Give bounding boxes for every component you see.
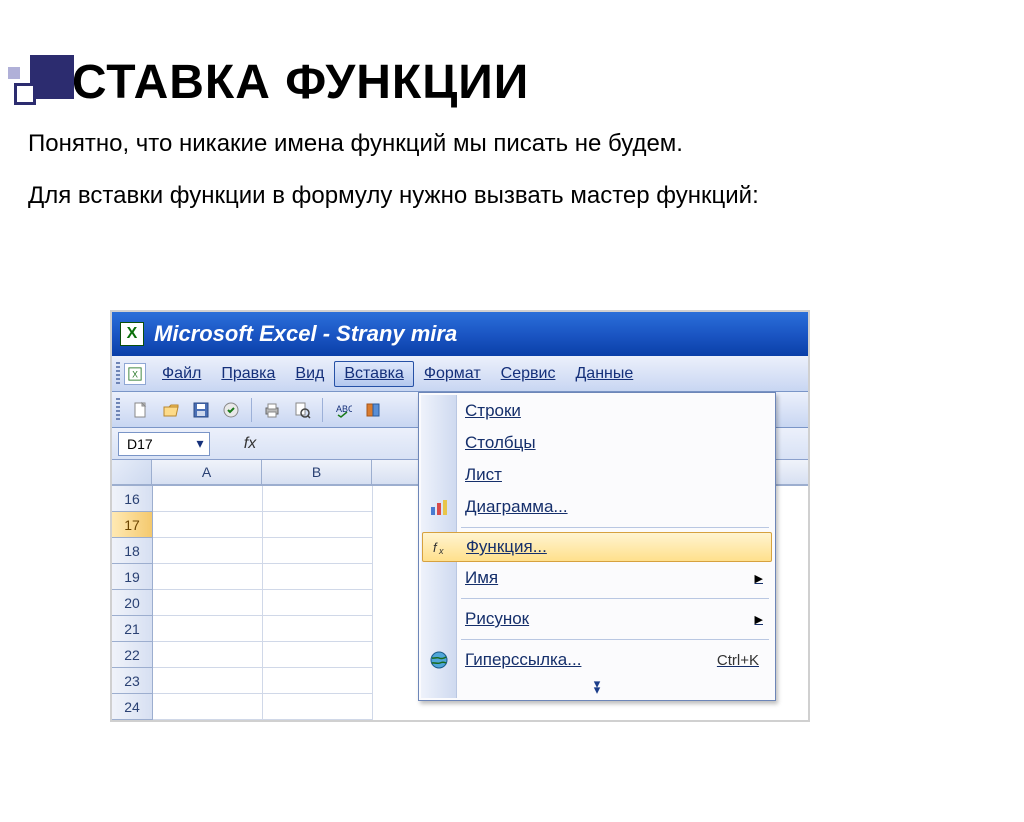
row-header[interactable]: 21 <box>112 616 152 642</box>
print-preview-button[interactable] <box>289 397 315 423</box>
menu-edit[interactable]: Правка <box>211 361 285 387</box>
excel-window: X Microsoft Excel - Strany mira X Файл П… <box>110 310 810 722</box>
spelling-button[interactable]: ABC <box>330 397 356 423</box>
menu-item-hyperlink[interactable]: Гиперссылка... Ctrl+K <box>421 644 773 676</box>
menu-item-label: Гиперссылка... <box>465 650 581 670</box>
menu-file[interactable]: Файл <box>152 361 211 387</box>
slide-decor <box>0 55 90 105</box>
print-button[interactable] <box>259 397 285 423</box>
menu-tools[interactable]: Сервис <box>491 361 566 387</box>
toolbar-separator <box>251 398 252 422</box>
fx-label[interactable]: fx <box>240 435 260 453</box>
globe-icon <box>427 648 451 672</box>
menu-data[interactable]: Данные <box>565 361 643 387</box>
menu-expand-button[interactable]: ▾▾ <box>421 676 773 698</box>
svg-text:ABC: ABC <box>336 404 352 414</box>
svg-text:X: X <box>132 369 138 379</box>
menu-item-chart[interactable]: Диаграмма... <box>421 491 773 523</box>
row-header[interactable]: 22 <box>112 642 152 668</box>
menu-item-label: Имя <box>465 568 498 588</box>
svg-text:x: x <box>438 546 444 556</box>
menu-item-label: Строки <box>465 401 521 421</box>
submenu-arrow-icon: ▶ <box>755 613 763 626</box>
menu-item-label: Лист <box>465 465 502 485</box>
row-header[interactable]: 19 <box>112 564 152 590</box>
titlebar: X Microsoft Excel - Strany mira <box>112 312 808 356</box>
menu-insert[interactable]: Вставка <box>334 361 413 387</box>
name-box-value: D17 <box>127 436 153 452</box>
menu-item-name[interactable]: Имя ▶ <box>421 562 773 594</box>
chevron-down-icon: ▾▾ <box>594 681 601 693</box>
grip-icon <box>116 398 120 422</box>
menu-item-label: Рисунок <box>465 609 529 629</box>
menu-item-function[interactable]: fx Функция... <box>422 532 772 562</box>
row-header[interactable]: 24 <box>112 694 152 720</box>
grip-icon <box>116 362 120 386</box>
slide-title: ВСТАВКА ФУНКЦИИ <box>38 55 1024 110</box>
svg-text:f: f <box>433 540 438 555</box>
permissions-button[interactable] <box>218 397 244 423</box>
menu-separator <box>461 527 769 528</box>
slide-paragraph-1: Понятно, что никакие имена функций мы пи… <box>28 128 1024 160</box>
toolbar-separator <box>322 398 323 422</box>
save-button[interactable] <box>188 397 214 423</box>
menu-item-rows[interactable]: Строки <box>421 395 773 427</box>
fx-icon: fx <box>429 535 453 559</box>
col-header-A[interactable]: A <box>152 460 262 484</box>
col-header-B[interactable]: B <box>262 460 372 484</box>
menu-item-picture[interactable]: Рисунок ▶ <box>421 603 773 635</box>
research-button[interactable] <box>360 397 386 423</box>
menu-item-shortcut: Ctrl+K <box>717 652 759 669</box>
menu-separator <box>461 639 769 640</box>
select-all-corner[interactable] <box>112 460 152 484</box>
excel-logo-icon: X <box>120 322 144 346</box>
row-header[interactable]: 18 <box>112 538 152 564</box>
menu-item-label: Функция... <box>466 537 547 557</box>
row-header[interactable]: 23 <box>112 668 152 694</box>
menu-separator <box>461 598 769 599</box>
row-header[interactable]: 20 <box>112 590 152 616</box>
menu-item-columns[interactable]: Столбцы <box>421 427 773 459</box>
row-header[interactable]: 16 <box>112 486 152 512</box>
row-headers: 16 17 18 19 20 21 22 23 24 <box>112 486 153 720</box>
window-title: Microsoft Excel - Strany mira <box>154 321 457 347</box>
menu-item-label: Диаграмма... <box>465 497 568 517</box>
menu-item-sheet[interactable]: Лист <box>421 459 773 491</box>
new-button[interactable] <box>128 397 154 423</box>
submenu-arrow-icon: ▶ <box>755 572 763 585</box>
dropdown-icon[interactable]: ▾ <box>193 435 207 453</box>
slide-paragraph-2: Для вставки функции в формулу нужно вызв… <box>28 180 1024 212</box>
app-icon[interactable]: X <box>124 363 146 385</box>
menu-format[interactable]: Формат <box>414 361 491 387</box>
menu-item-label: Столбцы <box>465 433 536 453</box>
open-button[interactable] <box>158 397 184 423</box>
menu-view[interactable]: Вид <box>285 361 334 387</box>
insert-dropdown-menu: Строки Столбцы Лист Диаграмма... fx Функ… <box>418 392 776 701</box>
chart-icon <box>427 495 451 519</box>
row-header-selected[interactable]: 17 <box>112 512 152 538</box>
name-box[interactable]: D17 ▾ <box>118 432 210 456</box>
menubar: X Файл Правка Вид Вставка Формат Сервис … <box>112 356 808 392</box>
